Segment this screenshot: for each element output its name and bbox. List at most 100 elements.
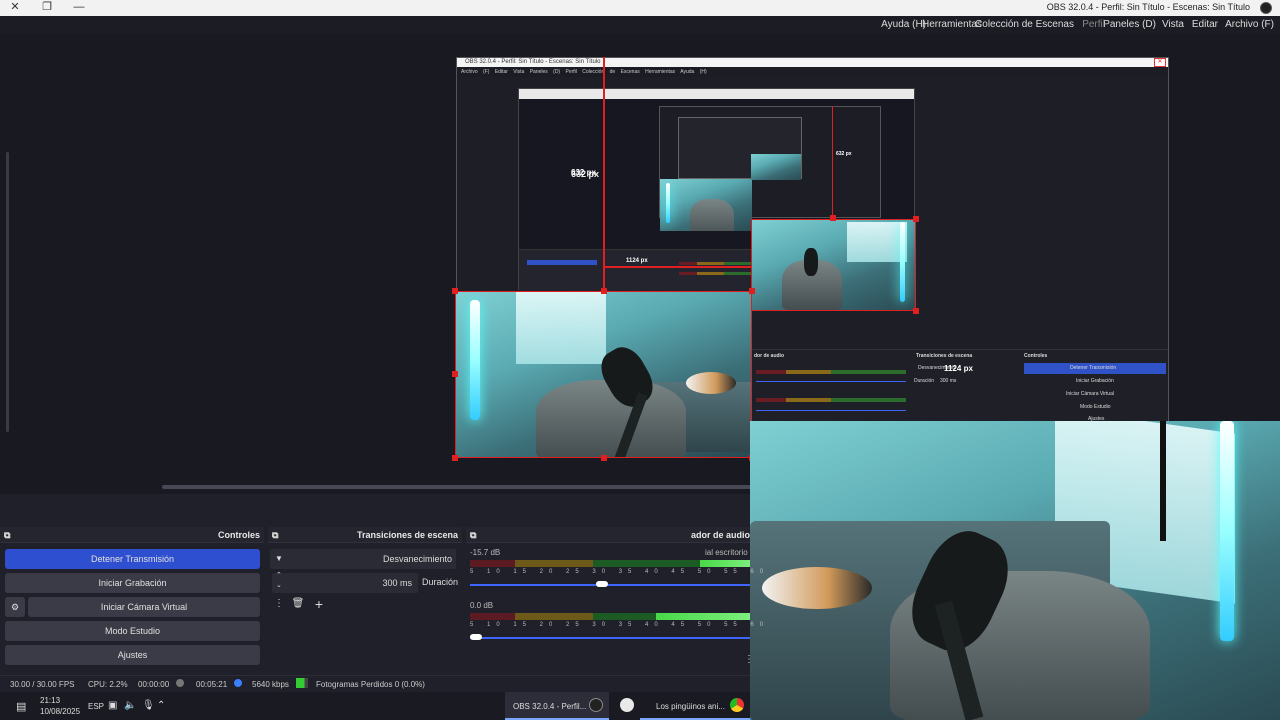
- settings-button[interactable]: Ajustes: [5, 645, 260, 665]
- record-time: 00:00:00: [138, 680, 170, 689]
- duration-value: 300 ms: [382, 578, 412, 588]
- volume-knob[interactable]: [470, 634, 482, 640]
- add-icon[interactable]: +: [312, 597, 326, 611]
- controls-title: Controles: [217, 530, 260, 540]
- captured-docks: dor de audio Transiciones de escena Cont…: [752, 349, 1168, 422]
- audio-mixer-header: ⧉ ador de audio: [466, 527, 750, 543]
- volume-icon[interactable]: 🔈: [124, 700, 136, 711]
- penguin-app-icon[interactable]: [620, 698, 634, 712]
- selected-source-small[interactable]: [751, 219, 916, 311]
- vertical-scrollbar[interactable]: [6, 152, 9, 432]
- clock-time: 21:13: [40, 696, 61, 705]
- dock-float-icon[interactable]: ⧉: [272, 527, 278, 543]
- dock-float-icon[interactable]: ⧉: [470, 527, 476, 543]
- gear-icon[interactable]: ⚙: [5, 597, 25, 617]
- signal-icon: [296, 678, 308, 688]
- stream-time: 00:05:21: [196, 680, 228, 689]
- dimension-label-1124-inner: 1124 px: [626, 258, 648, 264]
- notification-icon[interactable]: ▤: [16, 700, 26, 713]
- obs-logo-icon: [1260, 2, 1272, 14]
- title-bar: ✕ ❐ — OBS 32.0.4 - Perfil: Sin Título - …: [0, 0, 1280, 16]
- transition-select[interactable]: ▼ Desvanecimiento: [270, 549, 456, 569]
- audio-mixer-title: ador de audio: [690, 530, 750, 540]
- menu-bar: Archivo (F) Editar Vista Paneles (D) Per…: [0, 16, 1280, 34]
- stop-stream-button[interactable]: Detener Transmisión: [5, 549, 260, 569]
- menu-editar[interactable]: Editar: [1192, 19, 1218, 30]
- volume-slider[interactable]: [470, 637, 750, 639]
- captured-title: OBS 32.0.4 - Perfil: Sin Título - Escena…: [457, 58, 1168, 67]
- close-icon[interactable]: ✕: [0, 0, 30, 16]
- duration-label: Duración: [422, 577, 459, 587]
- start-recording-button[interactable]: Iniciar Grabación: [5, 573, 260, 593]
- menu-perfil[interactable]: Perfil: [1082, 19, 1105, 30]
- audio-meter: [470, 560, 750, 567]
- fps: 30.00 / 30.00 FPS: [10, 680, 75, 689]
- volume-slider[interactable]: [470, 584, 750, 586]
- resize-handle[interactable]: [601, 455, 607, 461]
- captured-studio-label: Modo Estudio: [1080, 404, 1111, 410]
- menu-coleccion[interactable]: Colección de Escenas: [975, 19, 1074, 30]
- menu-ayuda[interactable]: Ayuda (H): [881, 19, 926, 30]
- volume-knob[interactable]: [596, 581, 608, 587]
- captured-level4-window: [678, 117, 802, 180]
- resize-handle[interactable]: [830, 215, 836, 221]
- more-icon[interactable]: ⋮: [272, 597, 286, 611]
- studio-mode-button[interactable]: Modo Estudio: [5, 621, 260, 641]
- menu-vista[interactable]: Vista: [1162, 19, 1184, 30]
- captured-close-icon: ✕: [1154, 58, 1166, 67]
- transitions-header: ⧉ Transiciones de escena: [268, 527, 462, 543]
- record-status-icon: [176, 679, 184, 687]
- resize-handle[interactable]: [452, 455, 458, 461]
- resize-handle[interactable]: [913, 308, 919, 314]
- meter-scale: 5 10 15 20 25 30 35 40 45 50 55 60: [470, 622, 770, 628]
- captured-controls-title: Controles: [1024, 353, 1048, 359]
- dock-float-icon[interactable]: ⧉: [4, 527, 10, 543]
- captured-meter: [756, 398, 906, 402]
- chevron-up-icon[interactable]: ⌃: [157, 700, 165, 711]
- captured-meter: [756, 370, 906, 374]
- horizontal-scrollbar[interactable]: [162, 485, 752, 489]
- clock-date: 10/08/2025: [40, 707, 81, 716]
- inner-title-bar: [519, 89, 914, 99]
- mic-icon[interactable]: 🎙: [142, 700, 155, 711]
- meter-scale: 5 10 15 20 25 30 35 40 45 50 55 60: [470, 569, 770, 575]
- captured-menu: Archivo (F) Editar Vista Paneles (D) Per…: [457, 67, 1168, 77]
- minimize-icon[interactable]: —: [64, 0, 94, 16]
- selection-guide-vertical: [603, 57, 605, 293]
- selection-guide-horizontal: [604, 266, 751, 268]
- start-virtual-cam-button[interactable]: Iniciar Cámara Virtual: [28, 597, 260, 617]
- taskbar-app-browser[interactable]: Los pingüinos ani...: [640, 692, 750, 720]
- restore-icon[interactable]: ❐: [32, 0, 62, 16]
- menu-paneles[interactable]: Paneles (D): [1103, 19, 1156, 30]
- resize-handle[interactable]: [913, 216, 919, 222]
- captured-vcam-label: Iniciar Cámara Virtual: [1066, 391, 1114, 397]
- more-icon[interactable]: ⋮: [742, 653, 756, 667]
- resize-handle[interactable]: [749, 288, 755, 294]
- selection-guide-vertical-small: [832, 106, 833, 218]
- lang-indicator[interactable]: ESP: [88, 702, 104, 711]
- channel-db: -15.7 dB: [470, 548, 501, 557]
- obs-window: ✕ ❐ — OBS 32.0.4 - Perfil: Sin Título - …: [0, 0, 1280, 720]
- captured-duration-val: 300 ms: [940, 378, 957, 384]
- taskbar-app-obs-label: OBS 32.0.4 - Perfil...: [513, 702, 587, 711]
- status-bar: Fotogramas Perdidos 0 (0.0%) 5640 kbps 0…: [0, 675, 750, 692]
- menu-herramientas[interactable]: Herramientas: [922, 19, 982, 30]
- level4-video-thumb: [751, 154, 801, 180]
- menu-archivo[interactable]: Archivo (F): [1225, 19, 1274, 30]
- duration-spinbox[interactable]: ⌃ ⌄ 300 ms: [272, 572, 418, 593]
- resize-handle[interactable]: [452, 288, 458, 294]
- taskbar: ▤ 21:13 10/08/2025 ESP ▣ 🔈 🎙 ⌃ OBS 32.0.…: [0, 692, 750, 720]
- trash-icon[interactable]: 🗑: [291, 597, 305, 611]
- spin-down-icon[interactable]: ⌄: [276, 579, 282, 593]
- network-icon[interactable]: ▣: [108, 700, 117, 711]
- channel-db: 0.0 dB: [470, 601, 494, 610]
- selected-source[interactable]: [455, 291, 752, 458]
- resize-handle[interactable]: [452, 371, 458, 377]
- resize-handle[interactable]: [601, 288, 607, 294]
- audio-meter: [470, 613, 750, 620]
- captured-mixer-title: dor de audio: [754, 353, 784, 359]
- taskbar-app-obs[interactable]: OBS 32.0.4 - Perfil...: [505, 692, 609, 720]
- dropped-frames: Fotogramas Perdidos 0 (0.0%): [316, 680, 425, 689]
- webcam-source[interactable]: [750, 421, 1280, 720]
- window-title: OBS 32.0.4 - Perfil: Sin Título - Escena…: [1046, 2, 1250, 12]
